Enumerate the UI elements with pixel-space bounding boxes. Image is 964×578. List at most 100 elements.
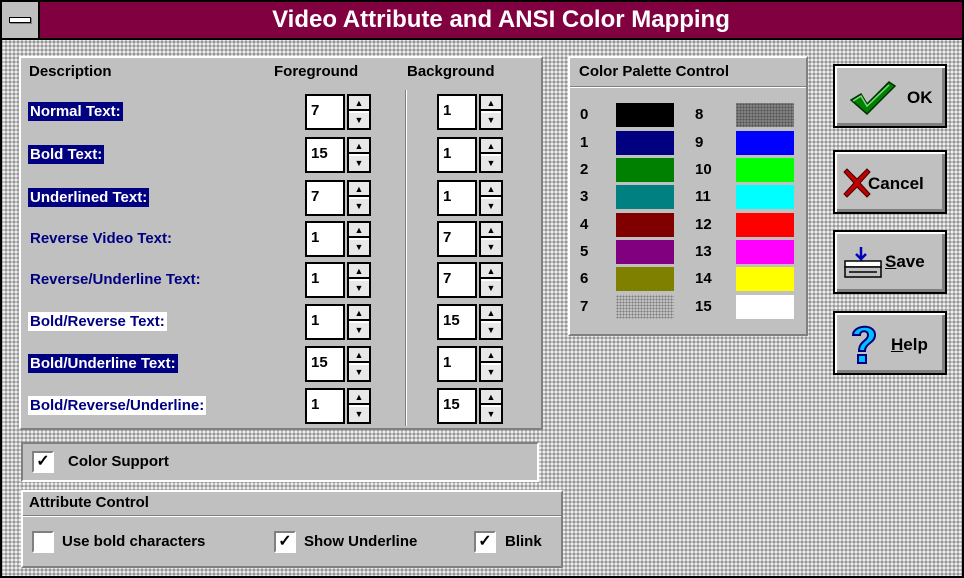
foreground-value[interactable]: 15: [305, 137, 345, 173]
spin-up-icon[interactable]: ▲: [481, 139, 501, 154]
color-swatch[interactable]: [616, 240, 674, 264]
spin-down-icon[interactable]: ▼: [349, 407, 369, 422]
show-underline-checkbox[interactable]: ✓: [274, 531, 296, 553]
background-spinner[interactable]: 1 ▲ ▼: [437, 137, 503, 173]
spin-down-icon[interactable]: ▼: [349, 281, 369, 296]
background-value[interactable]: 1: [437, 346, 477, 382]
spin-up-icon[interactable]: ▲: [349, 139, 369, 154]
foreground-value[interactable]: 1: [305, 304, 345, 340]
spinner-arrows: ▲ ▼: [347, 304, 371, 340]
palette-title-divider: [570, 86, 806, 88]
spin-up-icon[interactable]: ▲: [349, 264, 369, 279]
color-swatch[interactable]: [616, 103, 674, 127]
system-menu-button[interactable]: [2, 2, 40, 38]
background-value[interactable]: 1: [437, 94, 477, 130]
color-swatch[interactable]: [736, 267, 794, 291]
color-swatch[interactable]: [616, 213, 674, 237]
foreground-value[interactable]: 1: [305, 262, 345, 298]
spin-down-icon[interactable]: ▼: [481, 281, 501, 296]
background-spinner[interactable]: 7 ▲ ▼: [437, 221, 503, 257]
background-spinner[interactable]: 1 ▲ ▼: [437, 94, 503, 130]
foreground-spinner[interactable]: 1 ▲ ▼: [305, 221, 371, 257]
use-bold-checkbox[interactable]: [32, 531, 54, 553]
background-spinner[interactable]: 15 ▲ ▼: [437, 304, 503, 340]
color-swatch[interactable]: [736, 295, 794, 319]
foreground-spinner[interactable]: 15 ▲ ▼: [305, 137, 371, 173]
background-spinner[interactable]: 1 ▲ ▼: [437, 346, 503, 382]
background-value[interactable]: 1: [437, 180, 477, 216]
spin-down-icon[interactable]: ▼: [481, 407, 501, 422]
background-value[interactable]: 7: [437, 262, 477, 298]
spin-up-icon[interactable]: ▲: [481, 223, 501, 238]
color-swatch[interactable]: [616, 131, 674, 155]
foreground-spinner[interactable]: 7 ▲ ▼: [305, 180, 371, 216]
spin-up-icon[interactable]: ▲: [349, 306, 369, 321]
spin-up-icon[interactable]: ▲: [481, 182, 501, 197]
spin-up-icon[interactable]: ▲: [349, 348, 369, 363]
palette-index: 6: [580, 270, 589, 287]
spin-down-icon[interactable]: ▼: [481, 156, 501, 171]
foreground-spinner[interactable]: 7 ▲ ▼: [305, 94, 371, 130]
color-support-label: Color Support: [68, 453, 169, 470]
color-support-checkbox[interactable]: ✓: [32, 451, 54, 473]
spin-down-icon[interactable]: ▼: [481, 240, 501, 255]
background-spinner[interactable]: 7 ▲ ▼: [437, 262, 503, 298]
spin-down-icon[interactable]: ▼: [349, 240, 369, 255]
foreground-value[interactable]: 7: [305, 180, 345, 216]
description-header: Description: [29, 63, 112, 80]
foreground-value[interactable]: 1: [305, 221, 345, 257]
background-value[interactable]: 15: [437, 388, 477, 424]
spin-down-icon[interactable]: ▼: [481, 365, 501, 380]
spin-up-icon[interactable]: ▲: [481, 96, 501, 111]
spin-down-icon[interactable]: ▼: [349, 365, 369, 380]
spin-down-icon[interactable]: ▼: [481, 199, 501, 214]
spin-up-icon[interactable]: ▲: [481, 348, 501, 363]
background-value[interactable]: 7: [437, 221, 477, 257]
spin-down-icon[interactable]: ▼: [349, 156, 369, 171]
spin-up-icon[interactable]: ▲: [349, 96, 369, 111]
foreground-value[interactable]: 15: [305, 346, 345, 382]
spin-down-icon[interactable]: ▼: [349, 323, 369, 338]
spin-down-icon[interactable]: ▼: [349, 199, 369, 214]
spin-up-icon[interactable]: ▲: [481, 390, 501, 405]
checkmark-icon: ✓: [36, 453, 50, 470]
background-header: Background: [407, 63, 495, 80]
color-swatch[interactable]: [616, 158, 674, 182]
blink-checkbox[interactable]: ✓: [474, 531, 496, 553]
color-swatch[interactable]: [736, 213, 794, 237]
help-button[interactable]: Help: [833, 311, 947, 375]
spin-up-icon[interactable]: ▲: [481, 306, 501, 321]
mapping-row-label: Bold Text:: [28, 145, 105, 164]
cancel-button[interactable]: Cancel: [833, 150, 947, 214]
color-swatch[interactable]: [736, 185, 794, 209]
foreground-value[interactable]: 7: [305, 94, 345, 130]
spin-down-icon[interactable]: ▼: [481, 113, 501, 128]
color-swatch[interactable]: [736, 240, 794, 264]
color-swatch[interactable]: [616, 295, 674, 319]
system-menu-icon: [9, 17, 31, 23]
color-swatch[interactable]: [616, 185, 674, 209]
foreground-spinner[interactable]: 1 ▲ ▼: [305, 388, 371, 424]
foreground-spinner[interactable]: 1 ▲ ▼: [305, 262, 371, 298]
color-swatch[interactable]: [736, 103, 794, 127]
spin-up-icon[interactable]: ▲: [349, 182, 369, 197]
spin-up-icon[interactable]: ▲: [349, 390, 369, 405]
background-spinner[interactable]: 1 ▲ ▼: [437, 180, 503, 216]
spin-down-icon[interactable]: ▼: [349, 113, 369, 128]
background-value[interactable]: 15: [437, 304, 477, 340]
spin-down-icon[interactable]: ▼: [481, 323, 501, 338]
save-button[interactable]: Save: [833, 230, 947, 294]
spin-up-icon[interactable]: ▲: [481, 264, 501, 279]
ok-label: OK: [907, 88, 933, 107]
foreground-value[interactable]: 1: [305, 388, 345, 424]
color-swatch[interactable]: [736, 158, 794, 182]
ok-button[interactable]: OK: [833, 64, 947, 128]
foreground-spinner[interactable]: 1 ▲ ▼: [305, 304, 371, 340]
spin-up-icon[interactable]: ▲: [349, 223, 369, 238]
foreground-spinner[interactable]: 15 ▲ ▼: [305, 346, 371, 382]
background-spinner[interactable]: 15 ▲ ▼: [437, 388, 503, 424]
color-swatch[interactable]: [736, 131, 794, 155]
palette-index: 2: [580, 161, 589, 178]
color-swatch[interactable]: [616, 267, 674, 291]
background-value[interactable]: 1: [437, 137, 477, 173]
